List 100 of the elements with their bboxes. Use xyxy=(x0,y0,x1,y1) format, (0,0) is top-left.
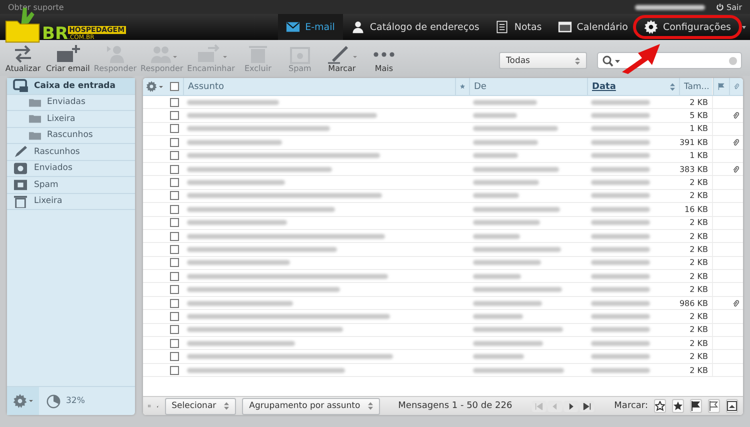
row-checkbox[interactable] xyxy=(170,218,178,228)
row-checkbox[interactable] xyxy=(170,325,178,334)
size-text: 2 KB xyxy=(690,178,708,188)
nav-tab[interactable]: Catálogo de endereços xyxy=(342,14,488,40)
blurred-text xyxy=(473,274,522,279)
size-text: 2 KB xyxy=(690,232,708,241)
blurred-text xyxy=(473,193,520,198)
row-checkbox[interactable] xyxy=(170,124,178,134)
nav-tab[interactable]: E-mail xyxy=(278,14,343,40)
row-checkbox[interactable] xyxy=(170,164,178,174)
column-header[interactable]: Tam... xyxy=(684,82,710,92)
toolbar-button[interactable]: Mais xyxy=(364,43,403,73)
caret-icon[interactable] xyxy=(742,26,746,28)
row-checkbox[interactable] xyxy=(170,111,178,120)
blurred-text xyxy=(591,220,650,226)
row-checkbox[interactable] xyxy=(170,204,178,214)
row-checkbox[interactable] xyxy=(170,366,178,374)
inbox-icon xyxy=(13,79,28,92)
row-checkbox[interactable] xyxy=(170,191,178,200)
size-text: 2 KB xyxy=(690,338,708,348)
column-header[interactable]: Assunto xyxy=(188,82,224,92)
row-checkbox[interactable] xyxy=(170,151,178,160)
next-icon xyxy=(567,402,576,410)
flag-icon xyxy=(691,401,701,411)
flag-icon[interactable] xyxy=(718,82,725,91)
size-text: 16 KB xyxy=(684,204,708,214)
row-checkbox[interactable] xyxy=(170,272,178,281)
select-all-checkbox[interactable] xyxy=(170,82,178,91)
settings-button[interactable] xyxy=(7,387,39,415)
toolbar-button[interactable]: Marcar xyxy=(322,43,361,73)
size-text: 391 KB xyxy=(679,138,708,147)
row-checkbox[interactable] xyxy=(170,285,178,294)
toolbar-button[interactable]: Atualizar xyxy=(4,43,42,73)
power-icon[interactable] xyxy=(716,3,724,11)
spam-icon xyxy=(13,178,28,192)
row-checkbox[interactable] xyxy=(170,244,178,254)
nav-tab[interactable]: Configurações xyxy=(636,14,739,40)
more-icon xyxy=(370,52,397,57)
star-icon[interactable] xyxy=(460,82,465,91)
search-field[interactable] xyxy=(597,52,742,69)
sort-icon[interactable] xyxy=(670,82,675,90)
size-text: 2 KB xyxy=(690,258,708,268)
settings-icon xyxy=(13,394,27,408)
folder-item[interactable]: Lixeira xyxy=(7,111,135,128)
folder-item[interactable]: Enviados xyxy=(7,160,135,177)
size-text: 2 KB xyxy=(690,191,708,200)
select-dropdown[interactable]: Selecionar xyxy=(164,398,236,414)
threading-dropdown[interactable]: Agrupamento por assunto xyxy=(242,398,380,414)
row-checkbox[interactable] xyxy=(170,98,178,107)
compose-icon xyxy=(54,44,81,64)
preview-toggle-button[interactable] xyxy=(726,399,738,413)
blurred-text xyxy=(591,166,650,172)
blurred-text xyxy=(473,340,544,346)
blurred-text xyxy=(591,100,650,105)
folder-item[interactable]: Rascunhos xyxy=(7,128,135,144)
star-outline-button[interactable] xyxy=(654,399,666,413)
folder-item[interactable]: Enviadas xyxy=(7,94,135,111)
logout-link[interactable]: Sair xyxy=(726,2,742,12)
size-text: 2 KB xyxy=(690,325,708,334)
row-checkbox[interactable] xyxy=(170,338,178,348)
blurred-text xyxy=(591,180,650,186)
nav-tab[interactable]: Calendário xyxy=(550,14,636,40)
folder-item[interactable]: Caixa de entrada xyxy=(7,78,135,94)
column-header[interactable]: De xyxy=(474,82,486,92)
folder-item[interactable]: Rascunhos xyxy=(7,144,135,160)
column-header[interactable]: Data xyxy=(592,82,616,92)
blurred-text xyxy=(591,340,650,346)
row-checkbox[interactable] xyxy=(170,138,178,147)
blurred-text xyxy=(473,153,518,158)
paperclip-icon[interactable] xyxy=(734,81,739,92)
list-options-button[interactable] xyxy=(146,81,162,92)
size-text: 2 KB xyxy=(690,218,708,228)
previous-icon xyxy=(551,402,560,410)
size-text: 2 KB xyxy=(690,352,708,362)
folder-item[interactable]: Lixeira xyxy=(7,194,135,210)
pager-button[interactable] xyxy=(580,400,594,412)
settings-icon xyxy=(644,20,658,34)
row-checkbox[interactable] xyxy=(170,178,178,188)
forward-icon xyxy=(196,44,222,64)
row-checkbox[interactable] xyxy=(170,312,178,321)
toolbar-button[interactable]: Criar email xyxy=(46,43,90,73)
row-checkbox[interactable] xyxy=(170,258,178,268)
caret-icon xyxy=(158,86,162,88)
flag-button[interactable] xyxy=(690,399,702,413)
row-checkbox[interactable] xyxy=(170,298,178,308)
nav-tab[interactable]: Notas xyxy=(487,14,550,40)
row-checkbox[interactable] xyxy=(170,352,178,362)
blurred-text xyxy=(591,327,650,332)
search-icon[interactable] xyxy=(602,54,622,66)
folder-item[interactable]: Spam xyxy=(7,177,135,194)
stepper-icon xyxy=(368,402,374,410)
folder-icon xyxy=(29,130,41,140)
blurred-text xyxy=(591,368,650,372)
size-text: 2 KB xyxy=(690,366,708,374)
row-checkbox[interactable] xyxy=(170,232,178,241)
notes-icon xyxy=(495,20,510,34)
star-button[interactable] xyxy=(672,399,684,413)
unflag-button[interactable] xyxy=(708,399,720,413)
first-page-icon xyxy=(535,402,544,410)
filter-dropdown[interactable]: Todas xyxy=(499,52,587,69)
